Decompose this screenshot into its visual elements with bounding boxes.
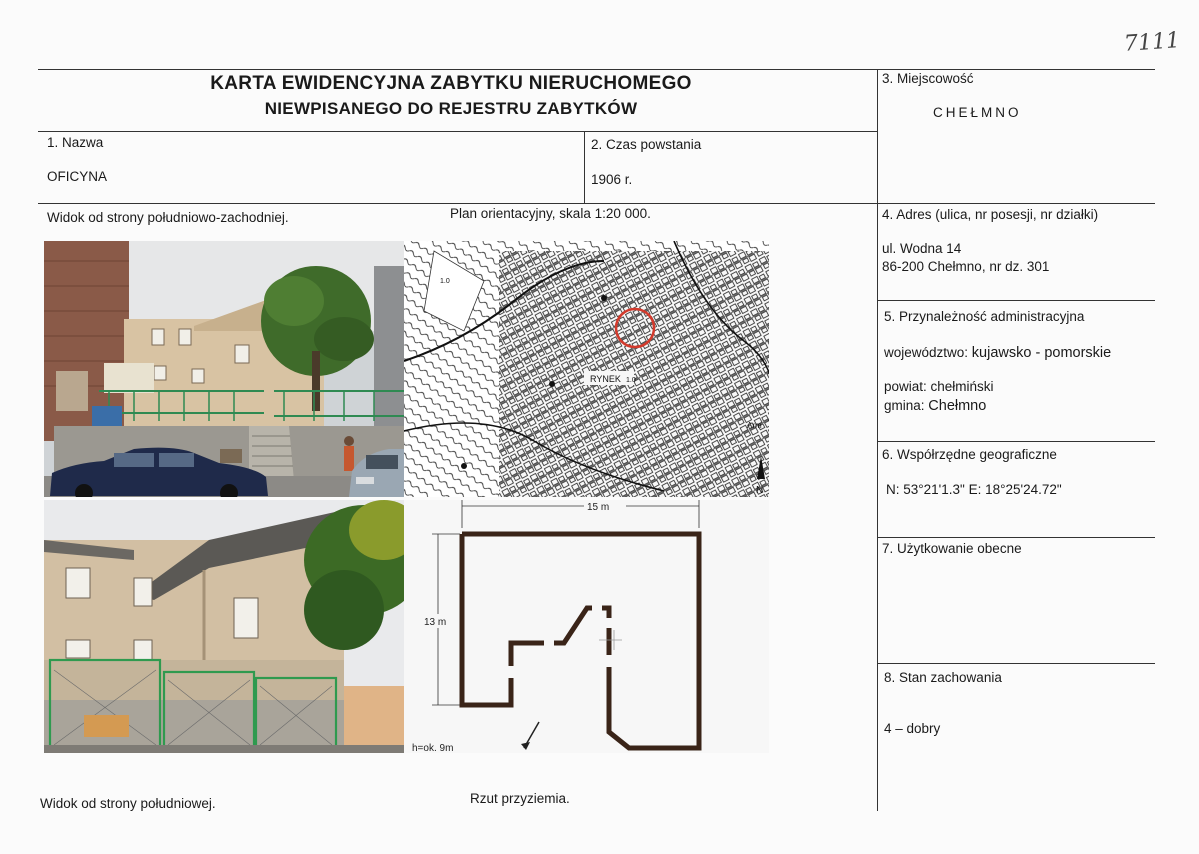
rule-8 xyxy=(877,663,1155,664)
photo-south-view xyxy=(44,500,405,753)
wojewodztwo-prefix: województwo: xyxy=(884,345,972,360)
czas-label: 2. Czas powstania xyxy=(591,137,702,152)
miejscowosc-label: 3. Miejscowość xyxy=(882,71,974,86)
map-elevation-2: 1.0 xyxy=(626,377,636,384)
caption-plan: Plan orientacyjny, skala 1:20 000. xyxy=(450,206,651,221)
wojewodztwo-value: kujawsko - pomorskie xyxy=(971,345,1112,361)
czas-value: 1906 r. xyxy=(591,172,633,187)
fields-rule xyxy=(38,203,1155,204)
title-rule xyxy=(38,131,878,132)
orientation-map: RYNEK 1.0 1.0 Arm N xyxy=(404,241,769,497)
map-north-label: N xyxy=(756,485,763,496)
outer-walls xyxy=(459,531,702,751)
wojewodztwo: województwo: kujawsko - pomorskie xyxy=(884,344,1111,362)
nazwa-value: OFICYNA xyxy=(47,169,108,184)
floor-plan-height-note: h=ok. 9m xyxy=(412,743,453,753)
powiat: powiat: chełmiński xyxy=(884,379,994,394)
caption-floor-plan: Rzut przyziemia. xyxy=(470,791,570,806)
map-arm-label: Arm xyxy=(747,421,762,430)
map-elevation-1: 1.0 xyxy=(440,278,450,285)
document-subtitle: NIEWPISANEGO DO REJESTRU ZABYTKÓW xyxy=(264,99,638,118)
floor-plan-height-label: 13 m xyxy=(424,617,446,628)
adres-label: 4. Adres (ulica, nr posesji, nr działki) xyxy=(882,207,1099,222)
north-arrow-icon xyxy=(521,721,540,750)
adres-line1: ul. Wodna 14 xyxy=(882,241,962,256)
caption-view-sw: Widok od strony południowo-zachodniej. xyxy=(47,210,289,225)
gmina-prefix: gmina: xyxy=(884,398,929,413)
stan-value: 4 – dobry xyxy=(884,721,941,736)
document-title: KARTA EWIDENCYJNA ZABYTKU NIERUCHOMEGO xyxy=(210,73,692,94)
adres-line2: 86-200 Chełmno, nr dz. 301 xyxy=(882,259,1050,274)
gmina: gmina: Chełmno xyxy=(884,397,986,415)
miejscowosc-value: CHEŁMNO xyxy=(933,105,1022,120)
wspolrzedne-value: N: 53°21'1.3" E: 18°25'24.72" xyxy=(886,482,1062,497)
field-divider xyxy=(584,131,585,203)
rule-7 xyxy=(877,537,1155,538)
nazwa-label: 1. Nazwa xyxy=(47,135,104,150)
map-rynek-label: RYNEK xyxy=(590,374,621,384)
uzytkowanie-label: 7. Użytkowanie obecne xyxy=(882,541,1022,556)
rule-5 xyxy=(877,300,1155,301)
right-column-divider xyxy=(877,69,878,811)
handwritten-number: 7111 xyxy=(1123,28,1181,57)
caption-view-s: Widok od strony południowej. xyxy=(40,796,216,811)
rule-6 xyxy=(877,441,1155,442)
photo-south-west-view xyxy=(44,241,405,497)
floor-plan-width-label: 15 m xyxy=(587,502,609,513)
top-rule xyxy=(38,69,1155,70)
floor-plan: 15 m 13 m h=ok. 9m xyxy=(404,500,769,753)
stan-label: 8. Stan zachowania xyxy=(884,670,1002,685)
gmina-value: Chełmno xyxy=(928,398,987,414)
przynaleznosc-label: 5. Przynależność administracyjna xyxy=(884,309,1085,324)
wspolrzedne-label: 6. Współrzędne geograficzne xyxy=(882,447,1057,462)
